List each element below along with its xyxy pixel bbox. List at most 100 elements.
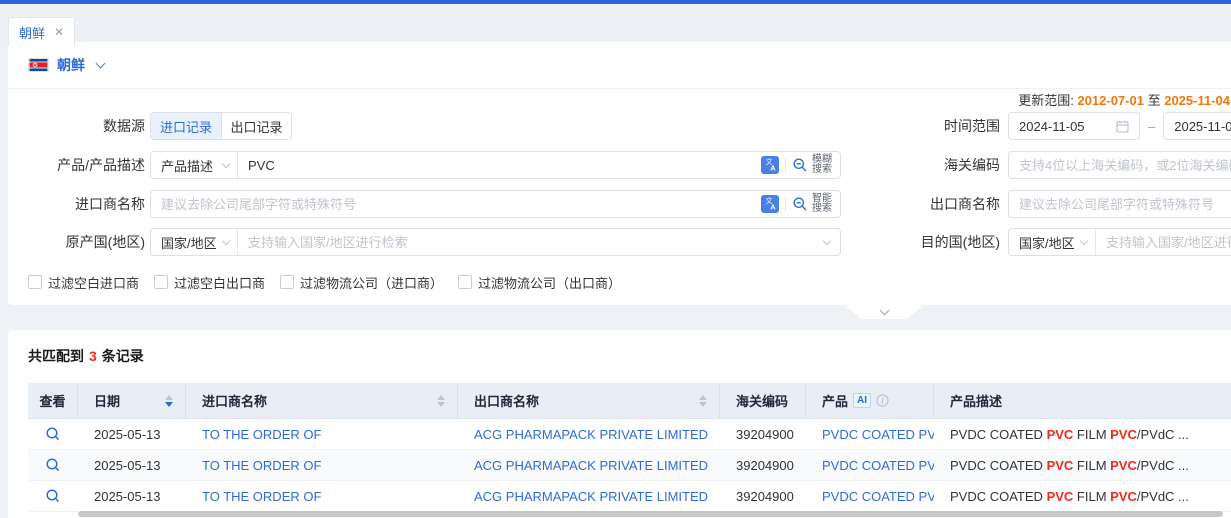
sort-icon-date[interactable] (165, 395, 175, 407)
filter-blank-exporter[interactable]: 过滤空白出口商 (154, 273, 265, 292)
update-range-end: 2025-11-04 (1164, 93, 1230, 108)
date-start-input[interactable]: 2024-11-05 (1008, 112, 1140, 140)
importer-input[interactable] (151, 192, 757, 216)
date-end-value: 2025-11-04 (1174, 119, 1231, 134)
checkbox-icon[interactable] (280, 275, 294, 289)
sort-icon-exporter[interactable] (699, 395, 709, 407)
search-panel: 朝鲜 更新范围: 2012-07-01 至 2025-11-04 数据源 进口记… (8, 42, 1231, 305)
checkbox-icon[interactable] (458, 275, 472, 289)
origin-country-select-value: 国家/地区 (161, 233, 217, 252)
results-summary: 共匹配到3条记录 (28, 346, 144, 366)
fuzzy-search-button[interactable]: 模糊 搜索 (808, 155, 840, 175)
table-row: 2025-05-13 TO THE ORDER OF ACG PHARMAPAC… (28, 419, 1231, 450)
smart-search-icon[interactable] (792, 196, 808, 212)
tab-north-korea[interactable]: 朝鲜 ✕ (8, 17, 75, 46)
cell-hs-code: 39204900 (720, 489, 806, 504)
header-product: 产品 AI i (806, 383, 934, 418)
update-range-start: 2012-07-01 (1077, 93, 1144, 108)
destination-country-select-value: 国家/地区 (1019, 233, 1075, 252)
header-importer-label: 进口商名称 (202, 391, 267, 410)
view-record-button[interactable] (45, 488, 61, 504)
chevron-down-icon (222, 159, 230, 167)
cell-product-desc: PVDC COATED PVC FILM PVC/PVdC ... (934, 489, 1231, 504)
ai-badge: AI (853, 393, 871, 408)
hs-code-label: 海关编码 (850, 151, 1000, 179)
filter-blank-importer[interactable]: 过滤空白进口商 (28, 273, 139, 292)
update-range-label: 更新范围: (1018, 93, 1074, 108)
date-end-input[interactable]: 2025-11-04 (1163, 112, 1231, 140)
destination-country-input[interactable] (1096, 230, 1231, 254)
filter-label: 过滤空白出口商 (174, 273, 265, 292)
view-record-button[interactable] (45, 426, 61, 442)
destination-country-label: 目的国(地区) (850, 228, 1000, 256)
exporter-link[interactable]: ACG PHARMAPACK PRIVATE LIMITED (474, 489, 708, 504)
product-label: 产品/产品描述 (8, 151, 145, 179)
north-korea-flag-icon (28, 58, 49, 72)
product-search-input[interactable] (238, 153, 757, 177)
header-importer[interactable]: 进口商名称 (186, 383, 458, 418)
table-header-row: 查看 日期 进口商名称 出口商名称 海关编码 产品 AI (28, 383, 1231, 419)
destination-country-select[interactable]: 国家/地区 (1009, 229, 1096, 255)
data-source-switch: 进口记录 出口记录 (150, 112, 292, 140)
fuzzy-search-icon[interactable] (792, 157, 808, 173)
importer-search-group: 文A 智能 搜索 (150, 190, 841, 218)
divider (8, 88, 1231, 89)
time-range-label: 时间范围 (850, 112, 1000, 140)
importer-link[interactable]: TO THE ORDER OF (202, 489, 321, 504)
product-link[interactable]: PVDC COATED PVC FIL... (822, 427, 934, 442)
chevron-down-icon (879, 305, 889, 315)
hs-code-input[interactable] (1009, 153, 1231, 177)
divider (785, 158, 786, 172)
origin-country-group: 国家/地区 (150, 228, 841, 256)
filter-logistics-importer[interactable]: 过滤物流公司（进口商） (280, 273, 443, 292)
update-range-to: 至 (1148, 93, 1161, 108)
svg-text:A: A (770, 202, 776, 211)
importer-link[interactable]: TO THE ORDER OF (202, 427, 321, 442)
exporter-input[interactable] (1009, 192, 1231, 216)
tab-close-icon[interactable]: ✕ (54, 25, 64, 39)
update-range: 更新范围: 2012-07-01 至 2025-11-04 (1018, 90, 1230, 109)
product-type-select[interactable]: 产品描述 (151, 152, 238, 178)
cell-product-desc: PVDC COATED PVC FILM PVC/PVdC ... (934, 427, 1231, 442)
country-name: 朝鲜 (57, 55, 85, 75)
translate-icon[interactable]: 文A (761, 195, 779, 213)
smart-search-button[interactable]: 智能 搜索 (808, 194, 840, 214)
checkbox-icon[interactable] (154, 275, 168, 289)
export-records-button[interactable]: 出口记录 (221, 113, 291, 139)
header-date[interactable]: 日期 (78, 383, 186, 418)
translate-icon[interactable]: 文A (761, 156, 779, 174)
product-search-group: 产品描述 文A 模糊 搜索 (150, 151, 841, 179)
country-header[interactable]: 朝鲜 (28, 54, 104, 76)
calendar-icon (1116, 120, 1129, 133)
smart-search-line2: 搜索 (812, 204, 832, 214)
view-record-button[interactable] (45, 457, 61, 473)
destination-country-group: 国家/地区 (1008, 228, 1231, 256)
chevron-down-icon[interactable] (823, 236, 831, 244)
checkbox-icon[interactable] (28, 275, 42, 289)
product-link[interactable]: PVDC COATED PVC FIL... (822, 458, 934, 473)
cell-date: 2025-05-13 (78, 427, 186, 442)
horizontal-scrollbar[interactable] (78, 511, 1223, 517)
origin-country-input[interactable] (238, 230, 824, 254)
collapse-panel-handle[interactable] (845, 305, 923, 319)
origin-country-select[interactable]: 国家/地区 (151, 229, 238, 255)
filter-logistics-exporter[interactable]: 过滤物流公司（出口商） (458, 273, 621, 292)
table-row: 2025-05-13 TO THE ORDER OF ACG PHARMAPAC… (28, 481, 1231, 512)
import-records-button[interactable]: 进口记录 (151, 113, 221, 139)
sort-icon-importer[interactable] (437, 395, 447, 407)
exporter-group (1008, 190, 1231, 218)
svg-text:A: A (770, 163, 776, 172)
header-exporter[interactable]: 出口商名称 (458, 383, 720, 418)
product-link[interactable]: PVDC COATED PVC FIL... (822, 489, 934, 504)
svg-text:i: i (881, 396, 884, 405)
exporter-link[interactable]: ACG PHARMAPACK PRIVATE LIMITED (474, 427, 708, 442)
match-count: 3 (89, 348, 97, 364)
info-icon[interactable]: i (876, 394, 889, 407)
filter-label: 过滤空白进口商 (48, 273, 139, 292)
tab-bar: 朝鲜 ✕ (0, 4, 1231, 42)
importer-link[interactable]: TO THE ORDER OF (202, 458, 321, 473)
results-panel: 共匹配到3条记录 查看 日期 进口商名称 出口商名称 海关编码 (8, 330, 1231, 518)
exporter-link[interactable]: ACG PHARMAPACK PRIVATE LIMITED (474, 458, 708, 473)
chevron-down-icon[interactable] (96, 59, 106, 69)
header-exporter-label: 出口商名称 (474, 391, 539, 410)
